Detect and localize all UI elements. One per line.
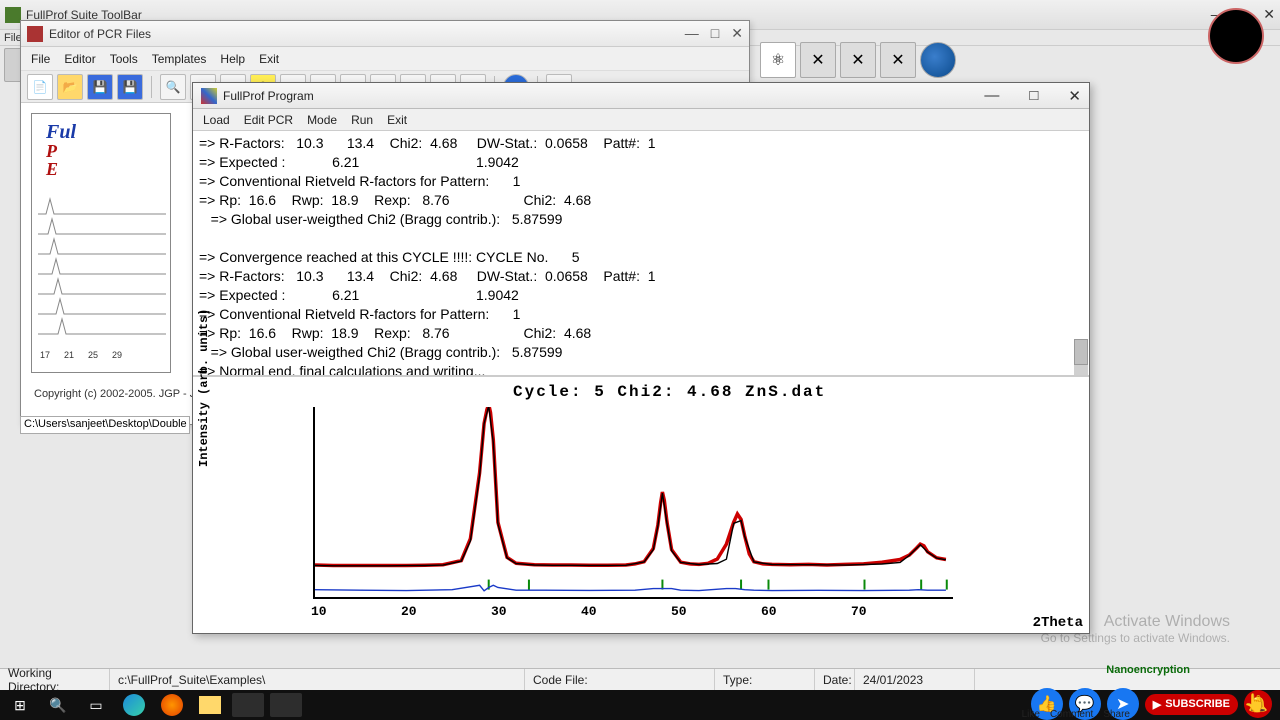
scrollbar-down-icon[interactable] [1074, 365, 1088, 375]
pcr-maximize-button[interactable]: □ [711, 25, 719, 42]
firefox-icon[interactable] [156, 693, 188, 717]
fp-menu-edit-pcr[interactable]: Edit PCR [244, 113, 293, 127]
activate-windows-watermark: Activate Windows Go to Settings to activ… [1041, 612, 1230, 646]
fp-plot-panel: Cycle: 5 Chi2: 4.68 ZnS.dat Intensity (a… [193, 377, 1089, 633]
status-bar: Working Directory: c:\FullProf_Suite\Exa… [0, 668, 1280, 690]
xtick-20: 20 [401, 604, 417, 619]
plot-ylabel: Intensity (arb. units) [197, 309, 211, 467]
pcr-new-icon[interactable]: 📄 [27, 74, 53, 100]
status-type-label: Type: [715, 669, 815, 690]
pcr-minimize-button[interactable]: — [685, 25, 699, 42]
fp-menubar: Load Edit PCR Mode Run Exit [193, 109, 1089, 131]
plot-title: Cycle: 5 Chi2: 4.68 ZnS.dat [513, 383, 826, 401]
pcr-preview-sub2: E [46, 160, 76, 178]
fp-menu-run[interactable]: Run [351, 113, 373, 127]
taskbar-app-2[interactable] [270, 693, 302, 717]
fp-maximize-button[interactable]: □ [1029, 87, 1038, 105]
ext-icon-3[interactable]: ✕ [880, 42, 916, 78]
close-button[interactable]: ✕ [1263, 6, 1275, 23]
scrollbar-thumb[interactable] [1074, 339, 1088, 365]
status-date-label: Date: [815, 669, 855, 690]
status-wd-label: Working Directory: [0, 669, 110, 690]
atom-icon[interactable]: ⚛ [760, 42, 796, 78]
xtick-30: 30 [491, 604, 507, 619]
file-explorer-icon[interactable] [194, 693, 226, 717]
pcr-save-icon[interactable]: 💾 [87, 74, 113, 100]
xtick-70: 70 [851, 604, 867, 619]
pcr-copyright: Copyright (c) 2002-2005. JGP - JRC [34, 388, 211, 400]
pcr-close-button[interactable]: ✕ [731, 25, 743, 42]
xtick-10: 10 [311, 604, 327, 619]
xtick-50: 50 [671, 604, 687, 619]
pcr-preview-sub1: P [46, 142, 76, 160]
fp-title: FullProf Program [223, 89, 984, 103]
fp-output-text[interactable]: => R-Factors: 10.3 13.4 Chi2: 4.68 DW-St… [193, 131, 1089, 377]
fullprof-program-window: FullProf Program — □ ✕ Load Edit PCR Mod… [192, 82, 1090, 634]
pcr-menu-templates[interactable]: Templates [152, 52, 207, 66]
pcr-titlebar[interactable]: Editor of PCR Files — □ ✕ [21, 21, 749, 47]
extra-icon-row: ⚛ ✕ ✕ ✕ [760, 42, 956, 78]
cursor-icon: 👆 [1244, 693, 1266, 714]
pcr-app-icon [27, 26, 43, 42]
fp-minimize-button[interactable]: — [984, 87, 999, 105]
fp-menu-mode[interactable]: Mode [307, 113, 337, 127]
pcr-menu-file[interactable]: File [31, 52, 50, 66]
fp-menu-exit[interactable]: Exit [387, 113, 407, 127]
pcr-preview-title: Ful [46, 122, 76, 142]
ext-icon-1[interactable]: ✕ [800, 42, 836, 78]
channel-name: Nanoencryption [1106, 664, 1190, 676]
fp-titlebar[interactable]: FullProf Program — □ ✕ [193, 83, 1089, 109]
subscribe-button[interactable]: ▶ SUBSCRIBE [1145, 694, 1238, 715]
toolbar-separator [151, 76, 152, 98]
fp-close-button[interactable]: ✕ [1068, 87, 1081, 105]
fp-app-icon [201, 88, 217, 104]
xtick-40: 40 [581, 604, 597, 619]
ext-icon-2[interactable]: ✕ [840, 42, 876, 78]
status-wd-value: c:\FullProf_Suite\Examples\ [110, 669, 525, 690]
status-date-value: 24/01/2023 [855, 669, 975, 690]
globe-icon[interactable] [920, 42, 956, 78]
search-icon[interactable]: 🔍 [42, 693, 74, 717]
plot-area [313, 407, 953, 599]
channel-logo-icon [1208, 8, 1264, 64]
pcr-open-icon[interactable]: 📂 [57, 74, 83, 100]
taskbar-app-1[interactable] [232, 693, 264, 717]
yt-action-labels: LikeCommentShare [1022, 709, 1130, 720]
task-view-icon[interactable]: ▭ [80, 693, 112, 717]
pcr-statusbar: C:\Users\sanjeet\Desktop\Double [20, 416, 190, 434]
fp-menu-load[interactable]: Load [203, 113, 230, 127]
pcr-menubar: File Editor Tools Templates Help Exit [21, 47, 749, 71]
pcr-menu-help[interactable]: Help [220, 52, 245, 66]
pcr-preview-pattern-icon [36, 194, 166, 354]
start-button[interactable]: ⊞ [4, 693, 36, 717]
pcr-preview-panel: Ful P E 1721 2529 [31, 113, 171, 373]
pcr-title: Editor of PCR Files [49, 27, 685, 41]
pcr-search-icon[interactable]: 🔍 [160, 74, 186, 100]
xtick-60: 60 [761, 604, 777, 619]
pcr-menu-tools[interactable]: Tools [110, 52, 138, 66]
pcr-menu-editor[interactable]: Editor [64, 52, 95, 66]
plot-curves [315, 407, 955, 599]
edge-icon[interactable] [118, 693, 150, 717]
pcr-menu-exit[interactable]: Exit [259, 52, 279, 66]
pcr-saveall-icon[interactable]: 💾 [117, 74, 143, 100]
status-codefile-label: Code File: [525, 669, 715, 690]
fullprof-suite-icon [5, 7, 21, 23]
pcr-preview-axis: 1721 2529 [40, 350, 122, 360]
